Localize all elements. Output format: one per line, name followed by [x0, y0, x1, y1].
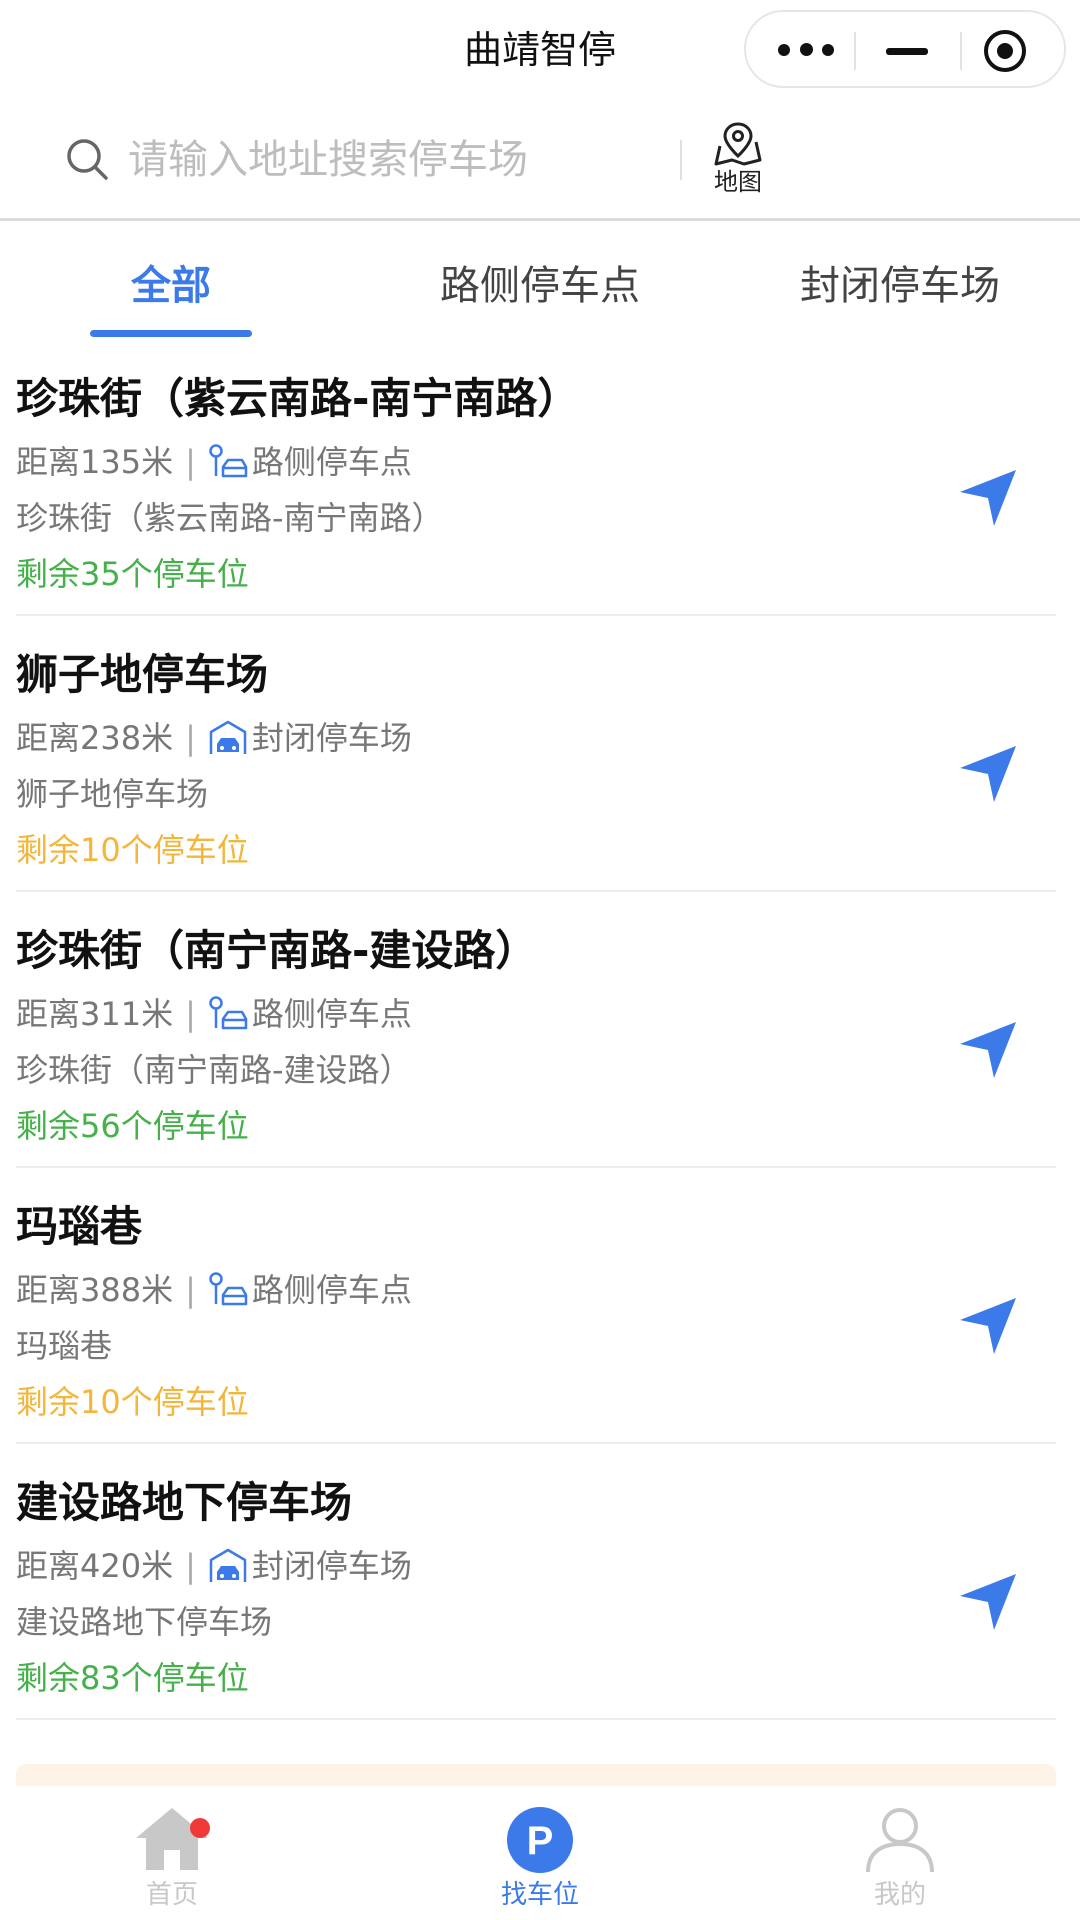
- meta-divider: |: [185, 1271, 196, 1309]
- parking-distance: 距离388米: [16, 1271, 174, 1309]
- tab-enclosed[interactable]: 封闭停车场: [780, 258, 1020, 314]
- filter-tabs: 全部 路侧停车点 封闭停车场: [0, 220, 1080, 340]
- search-icon: [67, 139, 108, 180]
- notification-badge: [190, 1818, 210, 1838]
- parking-name: 建设路地下停车场: [16, 1478, 353, 1527]
- parking-meta: 距离311米 | 路侧停车点: [16, 992, 412, 1036]
- close-target-icon[interactable]: [982, 28, 1028, 74]
- remaining-spaces: 剩余56个停车位: [16, 1107, 249, 1145]
- remaining-spaces: 剩余10个停车位: [16, 831, 249, 869]
- search-bar: 地图: [0, 100, 1080, 221]
- remaining-spaces: 剩余10个停车位: [16, 1383, 249, 1421]
- parking-name: 狮子地停车场: [16, 650, 269, 699]
- parking-type: 路侧停车点: [251, 995, 412, 1033]
- roadside-parking-icon: [209, 1272, 248, 1306]
- mini-program-capsule: [744, 10, 1066, 88]
- parking-name: 珍珠街（紫云南路-南宁南路）: [16, 374, 580, 423]
- parking-address: 珍珠街（南宁南路-建设路）: [16, 1051, 412, 1089]
- meta-divider: |: [185, 1547, 196, 1585]
- parking-address: 狮子地停车场: [16, 775, 209, 813]
- minimize-icon[interactable]: [886, 48, 928, 55]
- parking-distance: 距离420米: [16, 1547, 174, 1585]
- search-input[interactable]: [128, 130, 648, 190]
- parking-distance: 距离238米: [16, 719, 174, 757]
- parking-p-icon: P: [507, 1807, 573, 1873]
- roadside-parking-icon: [209, 996, 248, 1030]
- parking-name: 玛瑙巷: [16, 1202, 143, 1251]
- capsule-divider: [854, 32, 856, 70]
- list-item[interactable]: 珍珠街（南宁南路-建设路） 距离311米 | 路侧停车点 珍珠街（南宁南路-建设…: [16, 892, 1056, 1168]
- parking-p-letter: P: [527, 1819, 554, 1863]
- parking-type: 路侧停车点: [251, 1271, 412, 1309]
- bottom-nav: 首页 P 找车位 我的: [0, 1786, 1080, 1920]
- meta-divider: |: [185, 995, 196, 1033]
- user-icon: [866, 1808, 934, 1873]
- parking-name: 珍珠街（南宁南路-建设路）: [16, 926, 538, 975]
- list-item[interactable]: 玛瑙巷 距离388米 | 路侧停车点 玛瑙巷 剩余10个停车位: [16, 1168, 1056, 1444]
- navigate-arrow-icon[interactable]: [956, 1020, 1020, 1080]
- parking-type: 路侧停车点: [251, 443, 412, 481]
- map-pin-icon: [714, 122, 762, 166]
- parking-address: 建设路地下停车场: [16, 1603, 273, 1641]
- search-divider: [680, 140, 682, 180]
- nav-item-find-parking[interactable]: P 找车位: [440, 1804, 640, 1912]
- meta-divider: |: [185, 443, 196, 481]
- parking-address: 玛瑙巷: [16, 1327, 113, 1365]
- navigate-arrow-icon[interactable]: [956, 1572, 1020, 1632]
- nav-item-home[interactable]: 首页: [72, 1804, 272, 1912]
- list-item[interactable]: 狮子地停车场 距离238米 | 封闭停车场 狮子地停车场 剩余10个停车位: [16, 616, 1056, 892]
- nav-item-mine[interactable]: 我的: [800, 1804, 1000, 1912]
- parking-type: 封闭停车场: [251, 719, 412, 757]
- tab-all[interactable]: 全部: [90, 258, 252, 314]
- more-icon[interactable]: [778, 41, 838, 61]
- parking-meta: 距离420米 | 封闭停车场: [16, 1544, 412, 1588]
- nav-label-mine: 我的: [873, 1880, 926, 1910]
- nav-label-home: 首页: [145, 1880, 198, 1910]
- map-label: 地图: [714, 168, 762, 196]
- enclosed-parking-icon: [209, 1548, 247, 1582]
- parking-list: 珍珠街（紫云南路-南宁南路） 距离135米 | 路侧停车点 珍珠街（紫云南路-南…: [0, 340, 1080, 1720]
- navigate-arrow-icon[interactable]: [956, 1296, 1020, 1356]
- remaining-spaces: 剩余83个停车位: [16, 1659, 249, 1697]
- parking-distance: 距离135米: [16, 443, 174, 481]
- roadside-parking-icon: [209, 444, 248, 478]
- remaining-spaces: 剩余35个停车位: [16, 555, 249, 593]
- map-button[interactable]: 地图: [700, 120, 776, 202]
- home-icon: [136, 1808, 208, 1870]
- parking-meta: 距离135米 | 路侧停车点: [16, 440, 412, 484]
- enclosed-parking-icon: [209, 720, 247, 754]
- tab-roadside[interactable]: 路侧停车点: [420, 258, 660, 314]
- parking-address: 珍珠街（紫云南路-南宁南路）: [16, 499, 444, 537]
- meta-divider: |: [185, 719, 196, 757]
- navigate-arrow-icon[interactable]: [956, 744, 1020, 804]
- navigate-arrow-icon[interactable]: [956, 468, 1020, 528]
- capsule-divider: [960, 32, 962, 70]
- parking-distance: 距离311米: [16, 995, 174, 1033]
- parking-type: 封闭停车场: [251, 1547, 412, 1585]
- parking-meta: 距离238米 | 封闭停车场: [16, 716, 412, 760]
- parking-meta: 距离388米 | 路侧停车点: [16, 1268, 412, 1312]
- app-header: 曲靖智停: [0, 0, 1080, 100]
- list-item[interactable]: 建设路地下停车场 距离420米 | 封闭停车场 建设路地下停车场 剩余83个停车…: [16, 1444, 1056, 1720]
- tab-active-indicator: [90, 330, 252, 337]
- list-item[interactable]: 珍珠街（紫云南路-南宁南路） 距离135米 | 路侧停车点 珍珠街（紫云南路-南…: [16, 340, 1056, 616]
- nav-label-find-parking: 找车位: [500, 1880, 579, 1910]
